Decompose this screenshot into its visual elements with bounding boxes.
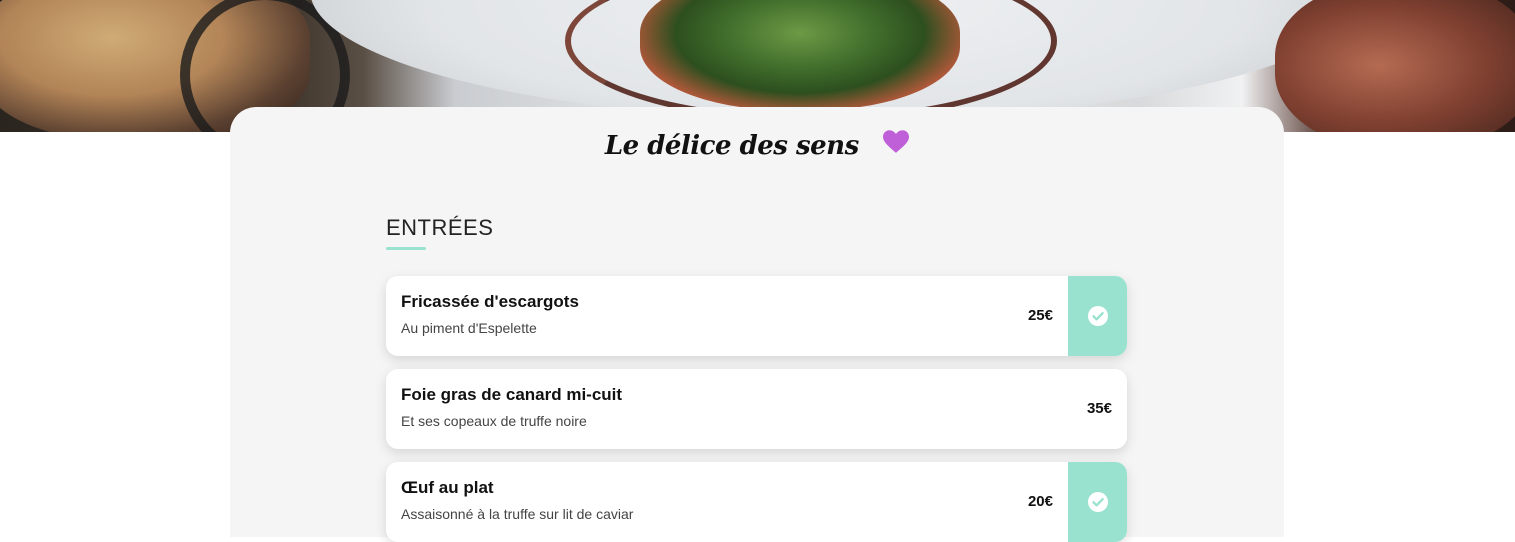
- menu-card: Le délice des sens ENTRÉES Fricassée d'e…: [230, 107, 1284, 542]
- selected-indicator[interactable]: [1068, 276, 1127, 356]
- dish-card[interactable]: Fricassée d'escargots Au piment d'Espele…: [386, 276, 1127, 356]
- dish-name: Œuf au plat: [401, 478, 494, 497]
- dish-description: Au piment d'Espelette: [401, 320, 537, 336]
- dish-price: 20€: [1027, 493, 1053, 510]
- section-underline: [386, 247, 426, 250]
- dish-card[interactable]: Foie gras de canard mi-cuit Et ses copea…: [386, 369, 1127, 449]
- dish-price: 25€: [1027, 307, 1053, 324]
- dish-description: Assaisonné à la truffe sur lit de caviar: [401, 506, 634, 522]
- hand-image: [1275, 0, 1515, 132]
- dish-card[interactable]: Œuf au plat Assaisonné à la truffe sur l…: [386, 462, 1127, 542]
- dish-price: 35€: [1086, 400, 1112, 417]
- restaurant-title: Le délice des sens: [604, 131, 859, 161]
- brand-header: Le délice des sens: [230, 130, 1284, 171]
- heart-icon: [883, 130, 910, 153]
- salad-garnish: [640, 0, 960, 110]
- selected-indicator[interactable]: [1068, 462, 1127, 542]
- dish-description: Et ses copeaux de truffe noire: [401, 413, 587, 429]
- check-circle-icon: [1087, 492, 1108, 512]
- dish-name: Fricassée d'escargots: [401, 292, 579, 311]
- check-circle-icon: [1087, 306, 1108, 326]
- dish-name: Foie gras de canard mi-cuit: [401, 385, 623, 404]
- section-title-entrees: ENTRÉES: [386, 215, 494, 240]
